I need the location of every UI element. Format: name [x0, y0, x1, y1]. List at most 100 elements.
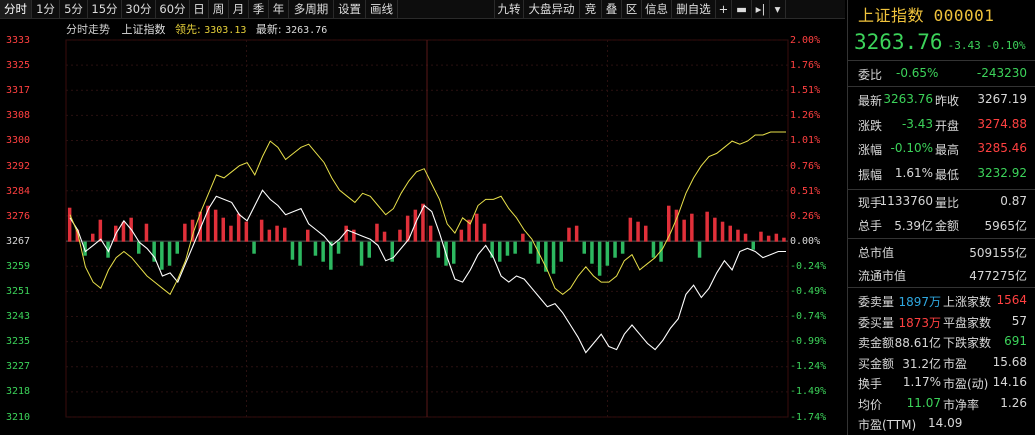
- stat-row: 卖金额 88.61亿 下跌家数 691: [848, 332, 1035, 352]
- price-tick-label: 3300: [6, 135, 31, 147]
- tab-5min[interactable]: 5分: [60, 0, 88, 18]
- dropdown-icon[interactable]: ▾: [770, 0, 786, 18]
- order-ratio-pct: -0.65%: [896, 66, 939, 80]
- percent-tick-label: -1.74%: [790, 411, 827, 423]
- intraday-chart[interactable]: 分时走势 上证指数 领先: 3303.13 最新: 3263.76 3333 33…: [0, 19, 845, 435]
- stat-value: -0.10%: [890, 141, 933, 155]
- tab-intraday[interactable]: 分时: [0, 0, 32, 18]
- nine-turn-button[interactable]: 九转: [494, 0, 524, 18]
- stat-label: 换手: [858, 377, 883, 391]
- stat-row: 总市值 509155亿: [848, 242, 1035, 262]
- percent-tick-label: 2.00%: [790, 35, 821, 46]
- tab-60min[interactable]: 60分: [156, 0, 190, 18]
- volume-bar: [644, 225, 648, 242]
- stat-value: 1133760: [879, 194, 933, 208]
- price-tick-label: 3308: [6, 110, 31, 122]
- volume-bar: [551, 241, 556, 274]
- volume-bar: [352, 229, 356, 242]
- volume-bar: [67, 207, 72, 242]
- volume-bar: [298, 241, 302, 266]
- volume-bar: [459, 229, 464, 242]
- chart-header: 分时走势 上证指数 领先: 3303.13 最新: 3263.76: [66, 21, 327, 37]
- price-tick-label: 3325: [6, 60, 31, 72]
- chart-mode-label: 分时走势: [66, 23, 110, 36]
- lead-value: 3303.13: [204, 25, 247, 36]
- volume-bar: [513, 241, 517, 254]
- tab-15min[interactable]: 15分: [88, 0, 122, 18]
- order-ratio-label: 委比: [858, 68, 883, 82]
- draw-line-button[interactable]: 画线: [366, 0, 398, 18]
- volume-bar: [697, 241, 702, 258]
- remove-watchlist-button[interactable]: 删自选: [672, 0, 716, 18]
- price-tick-label: 3235: [6, 336, 31, 348]
- stat-value: 1564: [996, 293, 1027, 307]
- range-button[interactable]: 区: [622, 0, 642, 18]
- volume-bar: [229, 225, 233, 242]
- volume-bar: [482, 223, 487, 242]
- stat-value: 477275亿: [969, 268, 1027, 283]
- stat-row: 涨幅 -0.10% 最高 3285.46: [848, 139, 1035, 159]
- stat-row: 均价 11.07 市净率 1.26: [848, 394, 1035, 414]
- price-tick-label: 3259: [6, 260, 31, 272]
- percent-tick-label: -0.74%: [790, 311, 827, 323]
- stat-value: 57: [1011, 313, 1027, 328]
- volume-bar: [321, 241, 325, 262]
- tab-1min[interactable]: 1分: [32, 0, 60, 18]
- volume-bar: [728, 225, 732, 242]
- tab-30min[interactable]: 30分: [122, 0, 156, 18]
- stat-label: 总手: [858, 218, 883, 233]
- tab-year[interactable]: 年: [269, 0, 289, 18]
- stat-label: 流通市值: [858, 268, 907, 283]
- minus-icon[interactable]: ▬: [732, 0, 752, 18]
- tab-multi-period[interactable]: 多周期: [289, 0, 334, 18]
- stat-row: 流通市值 477275亿: [848, 265, 1035, 285]
- stat-value: 1.17%: [902, 375, 941, 389]
- stat-label: 最低: [935, 167, 960, 182]
- stat-row: 总手 5.39亿 金额 5965亿: [848, 215, 1035, 235]
- volume-bar: [428, 225, 433, 242]
- stat-row: 涨跌 -3.43 开盘 3274.88: [848, 115, 1035, 135]
- divider: [848, 238, 1035, 239]
- tab-week[interactable]: 周: [209, 0, 229, 18]
- lead-line: [69, 131, 786, 296]
- pe-ttm-value: 14.09: [928, 416, 963, 430]
- volume-bar: [628, 217, 633, 242]
- volume-bar: [505, 241, 510, 256]
- stat-label: 涨幅: [858, 143, 883, 157]
- stat-label: 均价: [858, 397, 883, 412]
- chart-index-name: 上证指数: [121, 23, 166, 36]
- stat-value: 15.68: [992, 354, 1027, 369]
- price-tick-label: 3333: [6, 35, 31, 46]
- stat-label: 量比: [935, 196, 960, 210]
- settings-button[interactable]: 设置: [334, 0, 366, 18]
- pe-ttm-row: 市盈(TTM) 14.09: [848, 414, 1035, 434]
- play-end-icon[interactable]: ▸|: [752, 0, 770, 18]
- stat-value: 1.61%: [894, 165, 933, 180]
- stat-value: 3274.88: [977, 116, 1027, 131]
- last-label: 最新:: [255, 23, 282, 36]
- price-tick-label: 3218: [6, 386, 31, 398]
- volume-bar: [375, 223, 379, 242]
- volume-bar: [213, 209, 218, 242]
- plus-icon[interactable]: +: [716, 0, 732, 18]
- price-row: 3263.76 -3.43 -0.10%: [854, 30, 1026, 54]
- volume-bar: [605, 241, 610, 266]
- price-change: -3.43: [947, 39, 981, 52]
- auction-button[interactable]: 竞: [580, 0, 602, 18]
- price-tick-label: 3210: [6, 411, 31, 423]
- stat-value: 5965亿: [984, 218, 1027, 233]
- tab-quarter[interactable]: 季: [249, 0, 269, 18]
- tab-day[interactable]: 日: [190, 0, 209, 18]
- volume-bar: [743, 233, 748, 242]
- stat-label: 金额: [935, 218, 960, 233]
- volume-bar: [91, 233, 95, 242]
- info-button[interactable]: 信息: [642, 0, 672, 18]
- overlay-button[interactable]: 叠: [602, 0, 622, 18]
- volume-bar: [751, 241, 755, 250]
- stat-row: 最新 3263.76 昨收 3267.19: [848, 90, 1035, 110]
- volume-bar: [98, 219, 103, 242]
- market-movement-button[interactable]: 大盘异动: [524, 0, 580, 18]
- tab-month[interactable]: 月: [229, 0, 249, 18]
- stat-label: 现手: [858, 196, 883, 210]
- volume-bar: [252, 241, 256, 254]
